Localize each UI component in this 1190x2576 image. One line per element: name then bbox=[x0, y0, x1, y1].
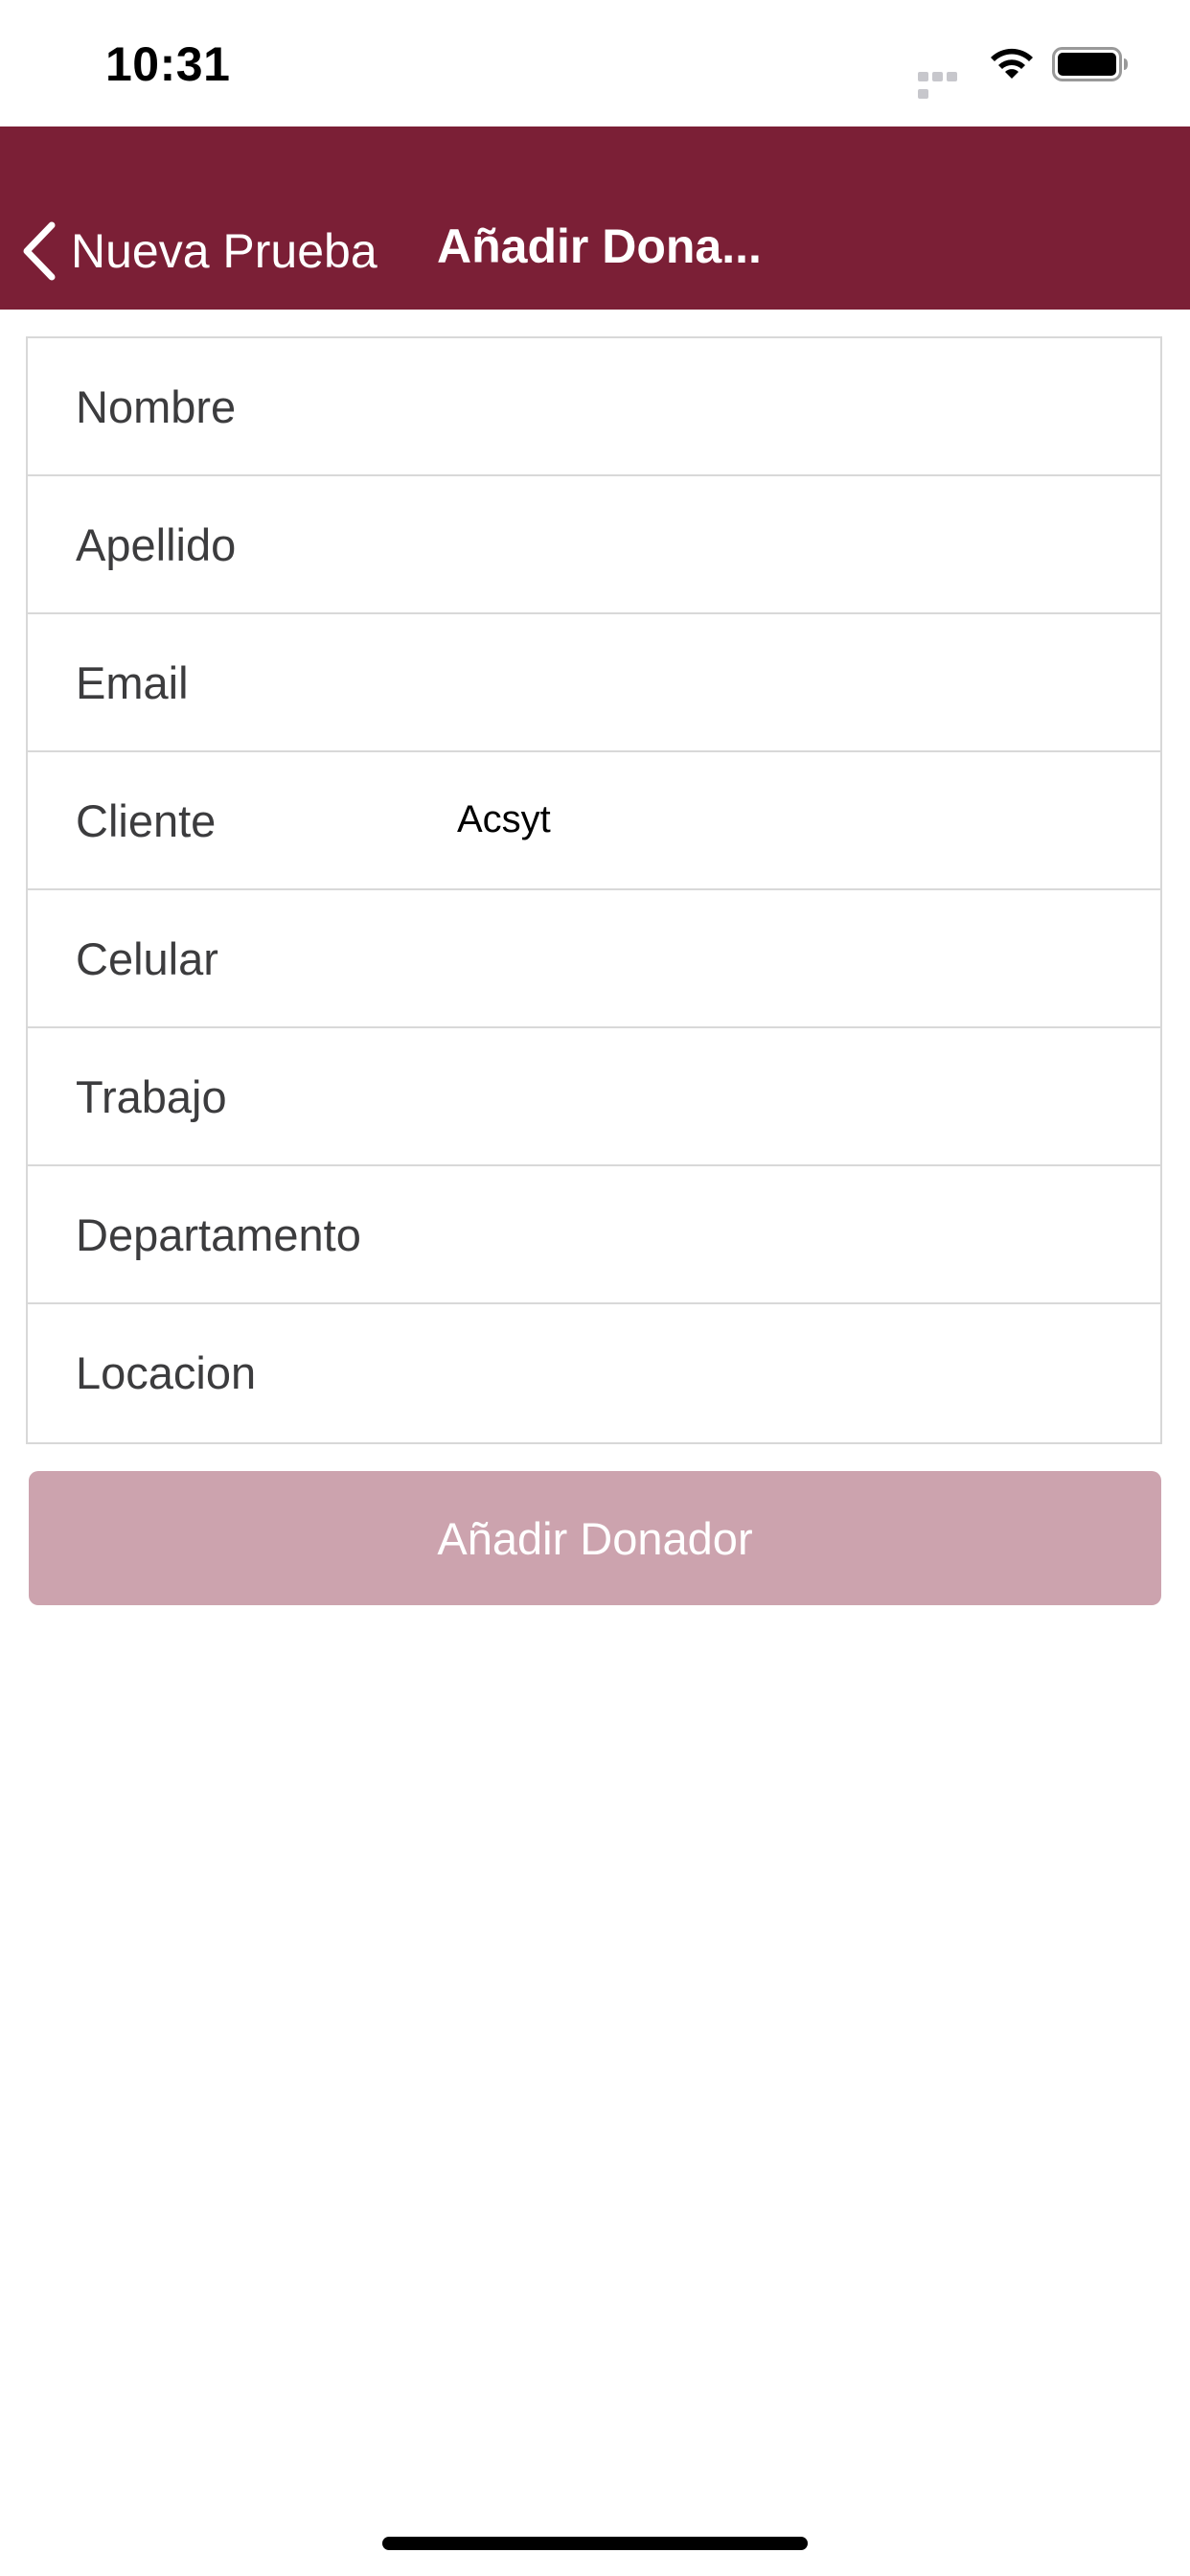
apellido-label: Apellido bbox=[76, 519, 237, 570]
back-button-label: Nueva Prueba bbox=[71, 224, 378, 278]
locacion-label: Locacion bbox=[76, 1347, 257, 1398]
signal-icon bbox=[918, 69, 973, 99]
form-row-departamento: Departamento bbox=[28, 1166, 1160, 1304]
wifi-icon bbox=[991, 48, 1033, 79]
home-indicator[interactable] bbox=[382, 2537, 808, 2550]
departamento-field[interactable] bbox=[430, 1185, 1130, 1281]
form-row-nombre: Nombre bbox=[28, 338, 1160, 476]
celular-field[interactable] bbox=[430, 909, 1130, 1005]
nombre-label: Nombre bbox=[76, 381, 237, 432]
email-label: Email bbox=[76, 657, 189, 708]
departamento-label: Departamento bbox=[76, 1209, 361, 1260]
form-row-cliente: Cliente bbox=[28, 752, 1160, 890]
page-title: Añadir Dona... bbox=[437, 219, 762, 273]
nombre-field[interactable] bbox=[430, 357, 1130, 453]
trabajo-label: Trabajo bbox=[76, 1071, 227, 1122]
status-time: 10:31 bbox=[105, 37, 231, 91]
locacion-field[interactable] bbox=[430, 1323, 1130, 1419]
battery-icon bbox=[1052, 47, 1128, 81]
form-row-email: Email bbox=[28, 614, 1160, 752]
cliente-field[interactable] bbox=[430, 771, 1130, 867]
donor-form: Nombre Apellido Email Cliente Celular Tr… bbox=[26, 336, 1162, 1444]
add-donor-button-label: Añadir Donador bbox=[437, 1512, 753, 1564]
form-row-celular: Celular bbox=[28, 890, 1160, 1028]
form-row-locacion: Locacion bbox=[28, 1304, 1160, 1442]
form-row-apellido: Apellido bbox=[28, 476, 1160, 614]
cliente-label: Cliente bbox=[76, 795, 217, 846]
navigation-bar: Nueva Prueba Añadir Dona... bbox=[0, 126, 1190, 310]
add-donor-button[interactable]: Añadir Donador bbox=[29, 1471, 1161, 1605]
form-row-trabajo: Trabajo bbox=[28, 1028, 1160, 1166]
trabajo-field[interactable] bbox=[430, 1047, 1130, 1143]
apellido-field[interactable] bbox=[430, 495, 1130, 591]
status-bar: 10:31 bbox=[0, 0, 1190, 126]
email-field[interactable] bbox=[430, 633, 1130, 729]
back-button[interactable]: Nueva Prueba bbox=[19, 213, 378, 289]
celular-label: Celular bbox=[76, 933, 218, 984]
chevron-left-icon bbox=[23, 221, 56, 281]
